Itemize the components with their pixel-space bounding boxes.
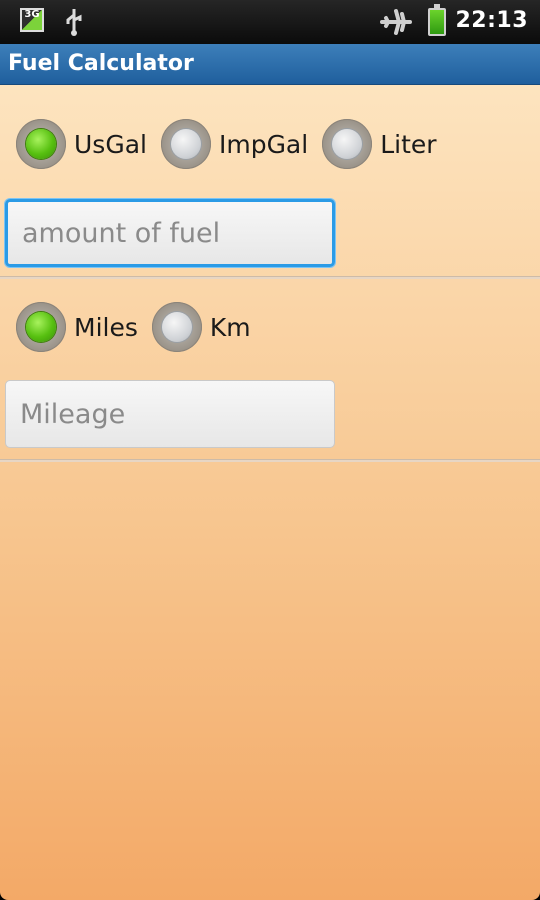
battery-charging-icon xyxy=(428,4,446,36)
radio-km[interactable]: Km xyxy=(151,302,259,352)
radio-label-miles: Miles xyxy=(74,312,138,342)
radio-label-usgal: UsGal xyxy=(74,129,147,159)
status-bar: 3G 22:13 xyxy=(0,0,540,44)
mileage-input[interactable] xyxy=(5,380,335,448)
3g-icon: 3G xyxy=(20,8,44,32)
radio-label-km: Km xyxy=(209,312,251,342)
radio-impgal[interactable]: ImpGal xyxy=(160,119,316,169)
app-title-bar: Fuel Calculator xyxy=(0,44,540,85)
usb-icon xyxy=(66,9,82,36)
radio-button-unchecked-icon[interactable] xyxy=(151,302,202,352)
main-content: UsGal ImpGal Liter Miles Km xyxy=(0,85,540,900)
radio-button-checked-icon[interactable] xyxy=(16,119,66,169)
radio-label-impgal: ImpGal xyxy=(218,129,309,159)
fuel-amount-input[interactable] xyxy=(5,199,335,267)
clock: 22:13 xyxy=(455,8,528,33)
radio-liter[interactable]: Liter xyxy=(322,119,444,169)
section-divider xyxy=(0,276,540,279)
radio-button-unchecked-icon[interactable] xyxy=(322,119,373,169)
radio-button-checked-icon[interactable] xyxy=(16,302,66,352)
fuel-unit-radio-group: UsGal ImpGal Liter xyxy=(16,119,451,169)
app-title: Fuel Calculator xyxy=(8,51,194,76)
airplane-mode-icon xyxy=(380,9,412,35)
radio-label-liter: Liter xyxy=(380,129,437,159)
radio-usgal[interactable]: UsGal xyxy=(16,119,155,169)
section-divider xyxy=(0,459,540,462)
radio-miles[interactable]: Miles xyxy=(16,302,146,352)
radio-button-unchecked-icon[interactable] xyxy=(160,119,211,169)
network-label: 3G xyxy=(24,9,40,20)
distance-unit-radio-group: Miles Km xyxy=(16,302,265,352)
